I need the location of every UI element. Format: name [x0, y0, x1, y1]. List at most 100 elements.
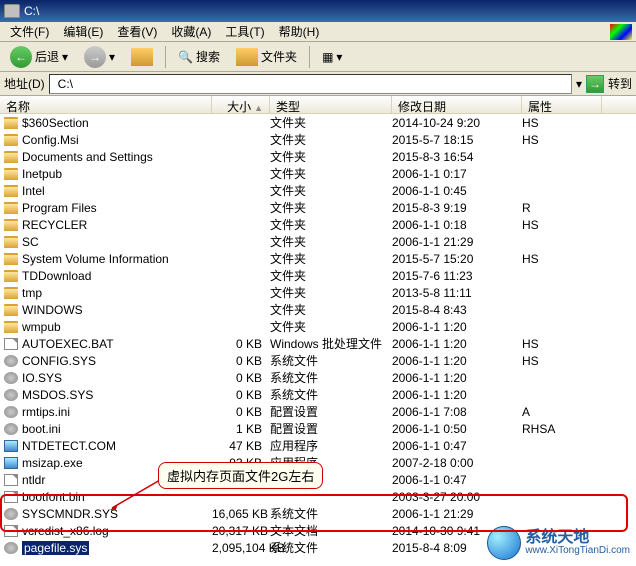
header-type[interactable]: 类型: [270, 96, 392, 113]
gear-icon: [4, 389, 18, 401]
header-name[interactable]: 名称: [0, 96, 212, 113]
table-row[interactable]: SC文件夹2006-1-1 21:29: [0, 233, 636, 250]
file-type: 文件夹: [270, 250, 392, 267]
table-row[interactable]: TDDownload文件夹2015-7-6 11:23: [0, 267, 636, 284]
table-row[interactable]: SYSCMNDR.SYS16,065 KB系统文件2006-1-1 21:29: [0, 505, 636, 522]
address-value: C:\: [58, 77, 73, 91]
file-icon: [4, 525, 18, 537]
rows-container: $360Section文件夹2014-10-24 9:20HSConfig.Ms…: [0, 114, 636, 556]
file-name: NTDETECT.COM: [22, 439, 116, 453]
table-row[interactable]: CONFIG.SYS0 KB系统文件2006-1-1 1:20HS: [0, 352, 636, 369]
folder-icon: [4, 236, 18, 248]
header-size[interactable]: 大小▲: [212, 96, 270, 113]
table-row[interactable]: System Volume Information文件夹2015-5-7 15:…: [0, 250, 636, 267]
table-row[interactable]: NTDETECT.COM47 KB应用程序2006-1-1 0:47: [0, 437, 636, 454]
file-date: 2006-1-1 1:20: [392, 354, 522, 368]
menu-view[interactable]: 查看(V): [111, 21, 163, 42]
file-date: 2006-1-1 0:47: [392, 439, 522, 453]
up-button[interactable]: [125, 44, 159, 70]
search-icon: 🔍: [178, 50, 193, 64]
header-date[interactable]: 修改日期: [392, 96, 522, 113]
file-type: 文件夹: [270, 148, 392, 165]
table-row[interactable]: Intel文件夹2006-1-1 0:45: [0, 182, 636, 199]
exe-icon: [4, 457, 18, 469]
file-name: SYSCMNDR.SYS: [22, 507, 118, 521]
file-icon: [4, 474, 18, 486]
file-date: 2006-1-1 21:29: [392, 507, 522, 521]
search-button[interactable]: 🔍 搜索: [172, 44, 226, 69]
file-name: MSDOS.SYS: [22, 388, 93, 402]
file-type: 系统文件: [270, 539, 392, 556]
file-name: Program Files: [22, 201, 97, 215]
table-row[interactable]: bootfont.bin2003-3-27 20:00: [0, 488, 636, 505]
file-name: boot.ini: [22, 422, 61, 436]
address-dropdown[interactable]: ▾: [576, 77, 582, 91]
menu-edit[interactable]: 编辑(E): [57, 21, 109, 42]
table-row[interactable]: tmp文件夹2013-5-8 11:11: [0, 284, 636, 301]
file-name: IO.SYS: [22, 371, 62, 385]
folder-icon: [4, 151, 18, 163]
folder-icon: [4, 168, 18, 180]
file-type: 文件夹: [270, 165, 392, 182]
file-date: 2006-1-1 0:45: [392, 184, 522, 198]
folder-icon: [4, 134, 18, 146]
file-date: 2015-8-3 9:19: [392, 201, 522, 215]
table-row[interactable]: $360Section文件夹2014-10-24 9:20HS: [0, 114, 636, 131]
folder-icon: [4, 270, 18, 282]
file-name: SC: [22, 235, 39, 249]
gear-icon: [4, 542, 18, 554]
file-attr: HS: [522, 133, 602, 147]
back-button[interactable]: ← 后退 ▾: [4, 42, 74, 72]
folder-icon: [4, 117, 18, 129]
watermark: 系统天地 www.XiTongTianDi.com: [487, 526, 630, 560]
header-attr[interactable]: 属性: [522, 96, 602, 113]
table-row[interactable]: MSDOS.SYS0 KB系统文件2006-1-1 1:20: [0, 386, 636, 403]
gear-icon: [4, 406, 18, 418]
table-row[interactable]: wmpub文件夹2006-1-1 1:20: [0, 318, 636, 335]
file-size: 2,095,104 KB: [212, 541, 270, 555]
table-row[interactable]: Config.Msi文件夹2015-5-7 18:15HS: [0, 131, 636, 148]
titlebar[interactable]: C:\: [0, 0, 636, 22]
go-button[interactable]: →: [586, 75, 604, 93]
annotation-arrow: [110, 478, 165, 510]
gear-icon: [4, 508, 18, 520]
file-name: TDDownload: [22, 269, 91, 283]
folder-icon: [4, 321, 18, 333]
menu-help[interactable]: 帮助(H): [273, 21, 326, 42]
separator: [309, 46, 310, 68]
table-row[interactable]: Program Files文件夹2015-8-3 9:19R: [0, 199, 636, 216]
menu-tools[interactable]: 工具(T): [219, 21, 270, 42]
file-name: wmpub: [22, 320, 61, 334]
table-row[interactable]: RECYCLER文件夹2006-1-1 0:18HS: [0, 216, 636, 233]
table-row[interactable]: IO.SYS0 KB系统文件2006-1-1 1:20: [0, 369, 636, 386]
file-attr: A: [522, 405, 602, 419]
menu-favorites[interactable]: 收藏(A): [165, 21, 217, 42]
file-date: 2006-1-1 21:29: [392, 235, 522, 249]
folder-icon: [4, 253, 18, 265]
separator: [165, 46, 166, 68]
table-row[interactable]: Inetpub文件夹2006-1-1 0:17: [0, 165, 636, 182]
file-type: 系统文件: [270, 386, 392, 403]
forward-button: → ▾: [78, 42, 121, 72]
file-date: 2006-1-1 1:20: [392, 337, 522, 351]
file-type: 系统文件: [270, 352, 392, 369]
table-row[interactable]: WINDOWS文件夹2015-8-4 8:43: [0, 301, 636, 318]
file-type: 文件夹: [270, 301, 392, 318]
file-date: 2006-1-1 7:08: [392, 405, 522, 419]
table-row[interactable]: rmtips.ini0 KB配置设置2006-1-1 7:08A: [0, 403, 636, 420]
table-row[interactable]: boot.ini1 KB配置设置2006-1-1 0:50RHSA: [0, 420, 636, 437]
file-attr: R: [522, 201, 602, 215]
views-button[interactable]: ▦▾: [316, 46, 348, 68]
menubar: 文件(F) 编辑(E) 查看(V) 收藏(A) 工具(T) 帮助(H): [0, 22, 636, 42]
address-input[interactable]: C:\: [49, 74, 572, 94]
menu-file[interactable]: 文件(F): [4, 21, 55, 42]
table-row[interactable]: Documents and Settings文件夹2015-8-3 16:54: [0, 148, 636, 165]
folders-button[interactable]: 文件夹: [230, 44, 303, 70]
gear-icon: [4, 355, 18, 367]
file-type: 系统文件: [270, 505, 392, 522]
chevron-down-icon: ▾: [62, 50, 68, 64]
table-row[interactable]: AUTOEXEC.BAT0 KBWindows 批处理文件2006-1-1 1:…: [0, 335, 636, 352]
file-name: pagefile.sys: [22, 541, 89, 555]
toolbar: ← 后退 ▾ → ▾ 🔍 搜索 文件夹 ▦▾: [0, 42, 636, 72]
file-date: 2006-1-1 1:20: [392, 371, 522, 385]
